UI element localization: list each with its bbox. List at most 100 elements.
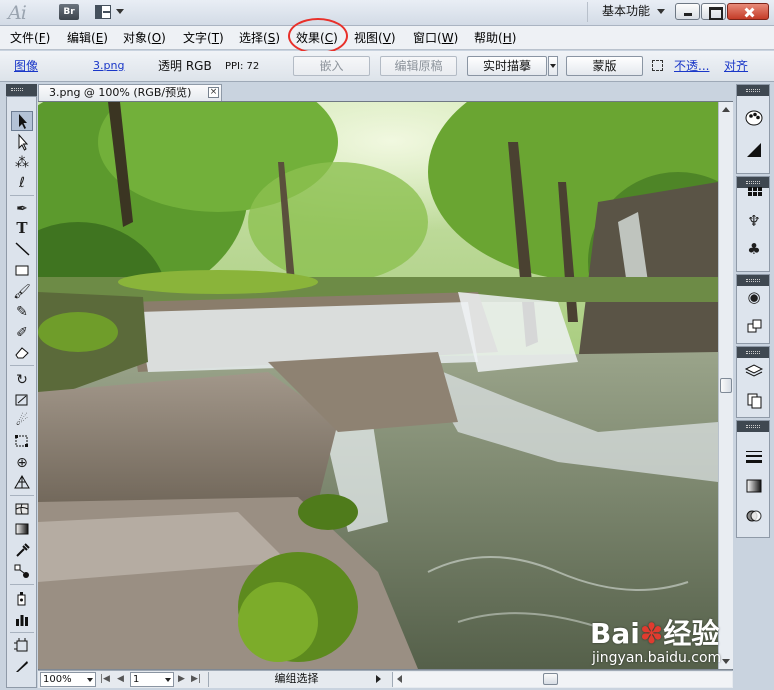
eraser-tool[interactable] [11, 343, 33, 363]
menu-file[interactable]: 文件(F) [10, 29, 50, 47]
opacity-link[interactable]: 不透... [674, 59, 709, 73]
perspective-grid-tool[interactable] [11, 473, 33, 493]
grip-icon [746, 351, 760, 354]
status-menu-arrow-icon[interactable] [376, 675, 381, 683]
swatches-panel-button[interactable] [743, 183, 765, 203]
appearance-panel-button[interactable] [743, 317, 765, 337]
scroll-up-icon[interactable] [722, 107, 730, 112]
document-tab[interactable]: 3.png @ 100% (RGB/预览) × [38, 84, 222, 101]
chevron-down-icon [165, 678, 171, 682]
mesh-tool[interactable] [11, 500, 33, 520]
line-icon [15, 242, 30, 256]
direct-selection-icon [18, 133, 29, 151]
rotate-tool[interactable]: ↻ [11, 370, 33, 390]
next-artboard-icon[interactable]: ▶ [178, 673, 185, 686]
gradient-tool[interactable] [11, 520, 33, 540]
color-guide-panel-button[interactable] [743, 141, 765, 161]
placed-image[interactable] [38, 102, 718, 669]
column-graph-tool[interactable] [11, 610, 33, 630]
brushes-panel-button[interactable]: ♆ [743, 211, 765, 231]
type-tool[interactable]: T [11, 219, 33, 239]
horizontal-scrollbar[interactable] [392, 672, 732, 687]
rectangle-tool[interactable] [11, 261, 33, 281]
warp-tool[interactable]: ☄ [11, 411, 33, 431]
menu-view[interactable]: 视图(V) [354, 29, 396, 47]
effect-menu-highlight-circle [288, 18, 348, 54]
crop-area-icon[interactable] [652, 60, 663, 71]
current-tool-status[interactable]: 编组选择 [208, 672, 384, 687]
color-panel-button[interactable] [743, 109, 765, 129]
zoom-select[interactable]: 100% [40, 672, 96, 687]
artboard-select[interactable]: 1 [130, 672, 174, 687]
scroll-left-icon[interactable] [397, 675, 402, 683]
symbol-sprayer-tool[interactable] [11, 589, 33, 609]
menu-type[interactable]: 文字(T) [183, 29, 224, 47]
lasso-icon: ℓ [19, 175, 25, 191]
edit-original-button[interactable]: 编辑原稿 [380, 56, 457, 76]
graphic-styles-panel-button[interactable]: ◉ [743, 287, 765, 307]
blend-tool[interactable] [11, 562, 33, 582]
panel-group-header[interactable] [737, 275, 769, 286]
rectangle-icon [15, 265, 29, 276]
direct-selection-tool[interactable] [11, 133, 33, 153]
paintbrush-icon: 🖌 [13, 284, 31, 300]
gradient-panel-button[interactable] [743, 477, 765, 497]
paintbrush-tool[interactable]: 🖌 [11, 282, 33, 302]
menu-window[interactable]: 窗口(W) [413, 29, 458, 47]
menu-object[interactable]: 对象(O) [123, 29, 166, 47]
watermark-logo: Bai✽经验 [590, 612, 719, 652]
close-button[interactable] [727, 3, 769, 20]
magic-wand-tool[interactable]: ⁂ [11, 153, 33, 173]
menu-edit[interactable]: 编辑(E) [67, 29, 108, 47]
toolbox-header[interactable] [6, 84, 37, 96]
live-trace-button[interactable]: 实时描摹 [467, 56, 547, 76]
mask-button[interactable]: 蒙版 [566, 56, 643, 76]
maximize-button[interactable] [701, 3, 726, 20]
eyedropper-tool[interactable] [11, 541, 33, 561]
close-tab-icon[interactable]: × [208, 87, 219, 98]
lasso-tool[interactable]: ℓ [11, 173, 33, 193]
slice-tool[interactable] [11, 657, 33, 677]
panel-group-header[interactable] [737, 421, 769, 432]
previous-artboard-icon[interactable]: ◀ [117, 673, 124, 686]
pen-tool[interactable]: ✒ [11, 199, 33, 219]
panel-group-header[interactable] [737, 85, 769, 96]
stroke-panel-button[interactable] [743, 447, 765, 467]
last-artboard-icon[interactable]: ▶| [191, 673, 201, 686]
line-tool[interactable] [11, 240, 33, 260]
transparency-panel-button[interactable] [743, 507, 765, 527]
embed-button[interactable]: 嵌入 [293, 56, 370, 76]
menu-select[interactable]: 选择(S) [239, 29, 280, 47]
shape-builder-tool[interactable]: ⊕ [11, 453, 33, 473]
appearance-icon [747, 319, 762, 333]
free-transform-tool[interactable] [11, 432, 33, 452]
artboard-tool[interactable] [11, 637, 33, 657]
menu-help[interactable]: 帮助(H) [474, 29, 516, 47]
ppi-label: PPI: 72 [225, 61, 260, 72]
vertical-scrollbar[interactable] [718, 102, 733, 669]
horizontal-scroll-thumb[interactable] [543, 673, 558, 685]
first-artboard-icon[interactable]: |◀ [100, 673, 110, 686]
live-trace-options-button[interactable] [548, 56, 558, 76]
links-panel-button[interactable] [743, 391, 765, 411]
layers-panel-button[interactable] [743, 361, 765, 381]
zoom-value: 100% [43, 674, 72, 685]
scale-icon [15, 394, 28, 406]
align-link[interactable]: 对齐 [724, 59, 748, 73]
pen-icon: ✒ [16, 201, 28, 217]
pencil-tool[interactable]: ✎ [11, 302, 33, 322]
scale-tool[interactable] [11, 391, 33, 411]
vertical-scroll-thumb[interactable] [720, 378, 732, 393]
selection-tool[interactable] [11, 111, 33, 131]
workspace-switcher[interactable]: 基本功能 [587, 2, 665, 22]
image-type-link[interactable]: 图像 [14, 59, 38, 73]
symbols-panel-button[interactable]: ♣ [743, 239, 765, 259]
blob-brush-tool[interactable]: ✐ [11, 323, 33, 343]
arrange-documents-button[interactable] [95, 4, 127, 21]
panel-group-header[interactable] [737, 347, 769, 358]
linked-file-link[interactable]: 3.png [93, 59, 124, 73]
minimize-button[interactable] [675, 3, 700, 20]
bridge-button[interactable]: Br [59, 4, 79, 20]
graphic-styles-icon: ◉ [747, 288, 761, 306]
links-icon [747, 393, 762, 409]
